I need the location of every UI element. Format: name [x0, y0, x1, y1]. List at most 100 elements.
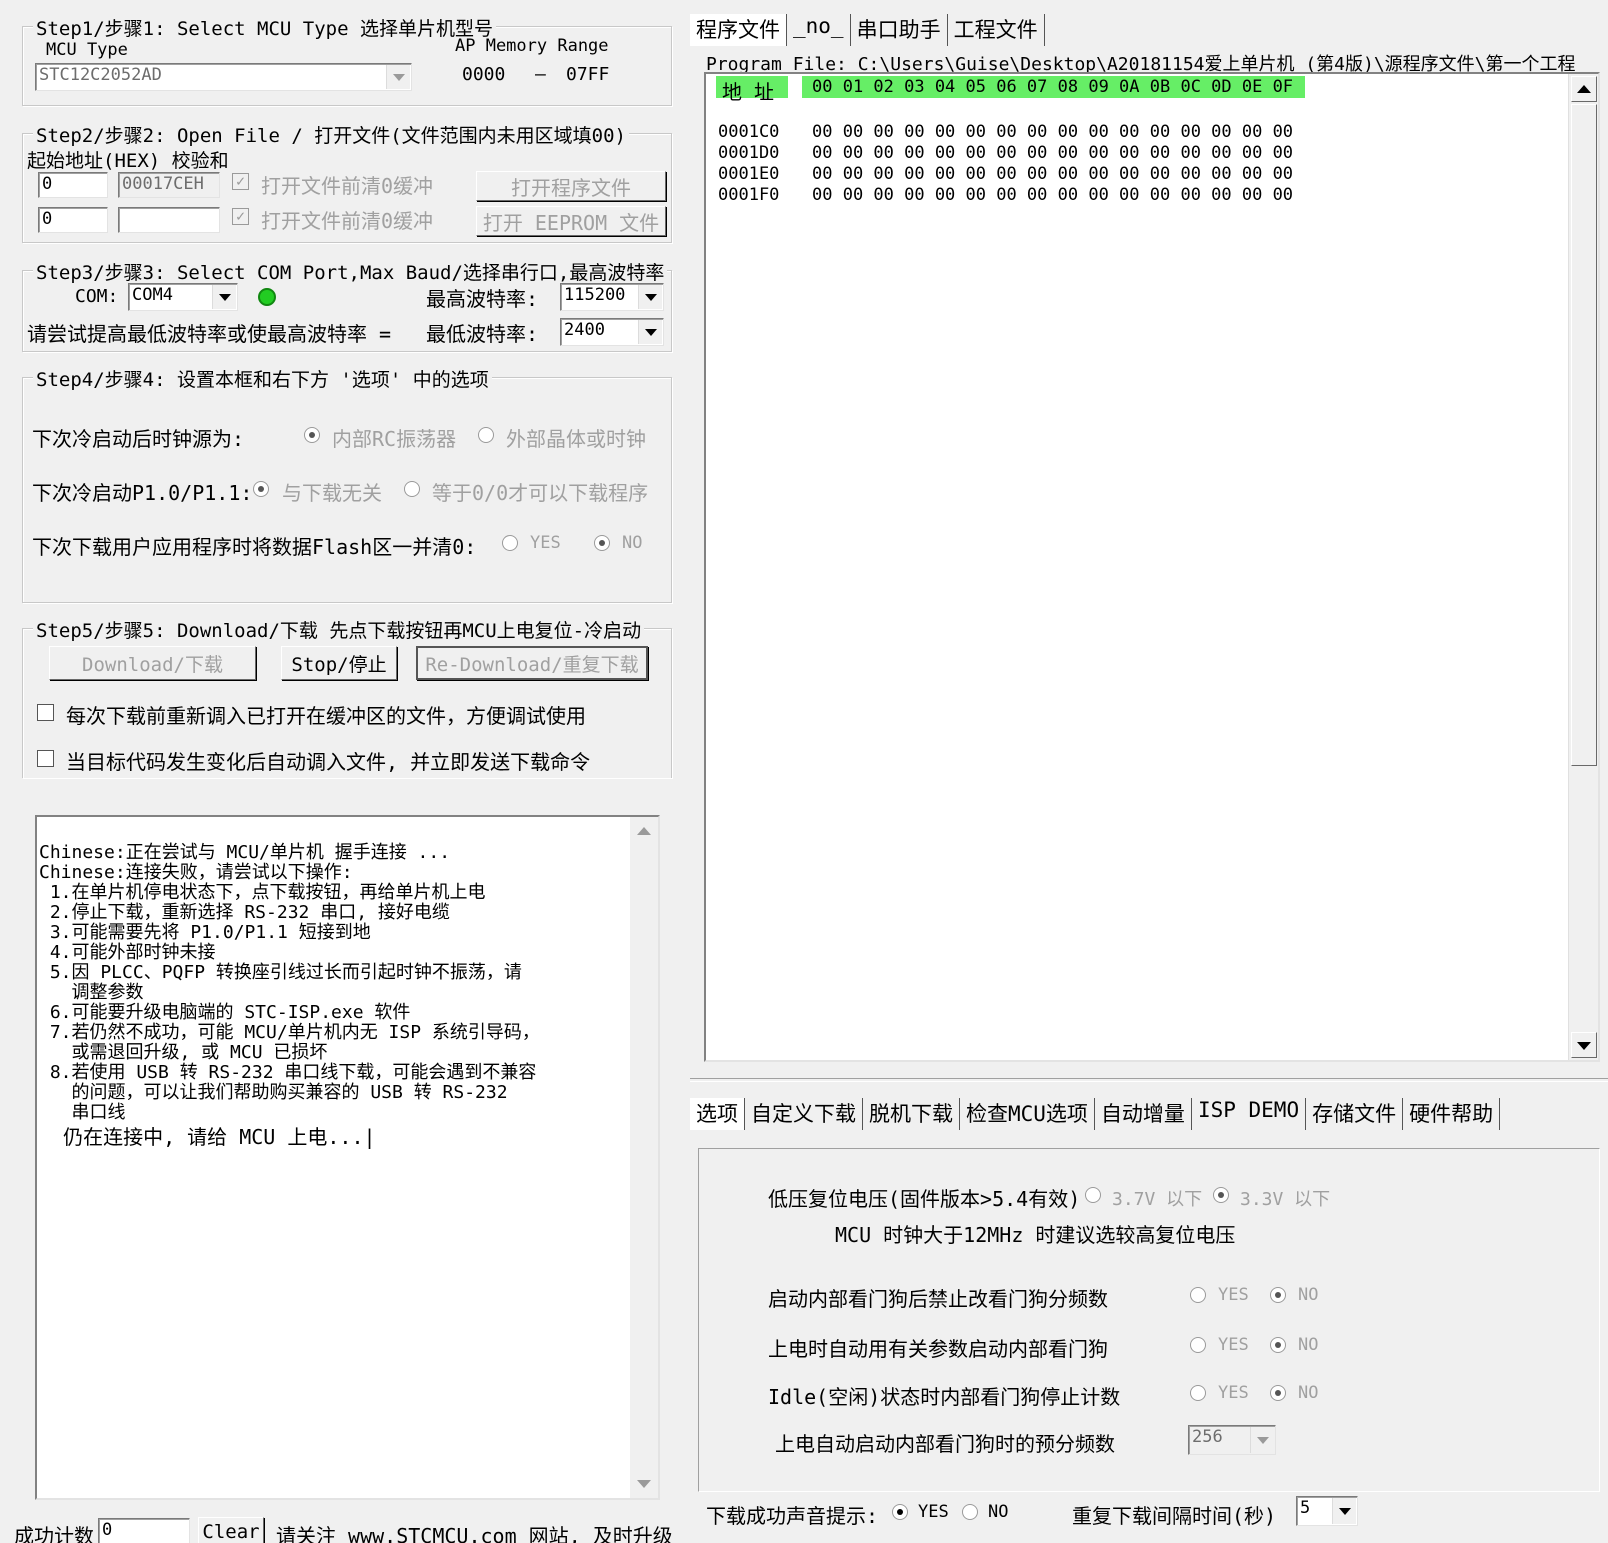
- ap-memory-label: AP Memory Range: [455, 36, 609, 56]
- hex-row-address: 0001E0: [718, 164, 780, 184]
- flash-clear-yes-radio[interactable]: [502, 535, 518, 551]
- clear-buffer-checkbox-2[interactable]: ✓: [232, 208, 249, 225]
- max-baud-value: 115200: [564, 285, 626, 305]
- interval-label: 重复下载间隔时间(秒): [1072, 1504, 1277, 1528]
- start-address-input-2[interactable]: 0: [38, 207, 108, 233]
- clock-external-radio[interactable]: [478, 427, 494, 443]
- success-count-field: 0: [98, 1518, 190, 1543]
- download-button[interactable]: Download/下载: [49, 646, 256, 680]
- chevron-down-icon[interactable]: [1332, 1498, 1356, 1524]
- interval-value: 5: [1300, 1498, 1311, 1518]
- log-scrollbar[interactable]: [630, 817, 658, 1498]
- chevron-down-icon[interactable]: [1250, 1427, 1274, 1453]
- step5-title: Step5/步骤5: Download/下载 先点下载按钮再MCU上电复位-冷启…: [33, 616, 645, 643]
- wdt3-yes-radio[interactable]: [1190, 1385, 1206, 1401]
- step3-title: Step3/步骤3: Select COM Port,Max Baud/选择串行…: [33, 258, 668, 285]
- wdt1-no-radio[interactable]: [1270, 1287, 1286, 1303]
- wdt3-no-radio[interactable]: [1270, 1385, 1286, 1401]
- clear-button[interactable]: Clear: [198, 1517, 264, 1543]
- chevron-down-icon[interactable]: [212, 285, 236, 309]
- wdt1-yes-radio[interactable]: [1190, 1287, 1206, 1303]
- start-address-input-1[interactable]: 0: [38, 172, 108, 198]
- sound-yes-radio[interactable]: [892, 1504, 908, 1520]
- baud-hint: 请尝试提高最低波特率或使最高波特率 =: [27, 322, 392, 346]
- wdt1-yes-label: YES: [1218, 1285, 1249, 1305]
- hex-view[interactable]: 地 址 00 01 02 03 04 05 06 07 08 09 0A 0B …: [704, 72, 1600, 1062]
- success-count-label: 成功计数: [14, 1524, 94, 1543]
- sound-yes-label: YES: [918, 1502, 949, 1522]
- interval-select[interactable]: 5: [1296, 1496, 1358, 1526]
- options-tab-0[interactable]: 选项: [690, 1098, 745, 1130]
- lvr-37-radio[interactable]: [1085, 1187, 1101, 1203]
- stop-button[interactable]: Stop/停止: [281, 646, 397, 680]
- scroll-thumb[interactable]: [1571, 104, 1597, 766]
- hex-row-address: 0001F0: [718, 185, 780, 205]
- log-line: 7.若仍然不成功，可能 MCU/单片机内无 ISP 系统引导码，: [39, 1022, 540, 1043]
- lvr-label: 低压复位电压(固件版本>5.4有效): [768, 1187, 1081, 1211]
- chevron-down-icon[interactable]: [638, 285, 662, 309]
- tab-1[interactable]: _no_: [787, 14, 851, 46]
- tab-3[interactable]: 工程文件: [948, 14, 1045, 46]
- com-port-select[interactable]: COM4: [128, 283, 238, 311]
- options-tab-2[interactable]: 脱机下载: [863, 1098, 960, 1130]
- p10-independent-radio[interactable]: [253, 481, 269, 497]
- step2-subtitle: 起始地址(HEX) 校验和: [27, 150, 229, 172]
- checksum-field-1: 00017CEH: [118, 172, 220, 198]
- min-baud-label: 最低波特率:: [426, 322, 539, 346]
- chevron-down-icon[interactable]: [386, 65, 410, 89]
- top-tab-bar: 程序文件 _no_ 串口助手 工程文件: [690, 14, 1045, 46]
- p10-zero-label: 等于0/0才可以下载程序: [432, 481, 649, 505]
- scroll-down-button[interactable]: [1571, 1032, 1597, 1058]
- com-label: COM:: [75, 286, 119, 307]
- lvr-33-radio[interactable]: [1213, 1187, 1229, 1203]
- clear-buffer-label-2: 打开文件前清0缓冲: [261, 209, 434, 233]
- scroll-up-icon[interactable]: [637, 827, 651, 835]
- open-eeprom-file-button[interactable]: 打开 EEPROM 文件: [476, 206, 666, 236]
- clock-source-label: 下次冷启动后时钟源为:: [32, 427, 245, 451]
- sound-label: 下载成功声音提示:: [706, 1504, 879, 1528]
- options-tab-6[interactable]: 存储文件: [1306, 1098, 1404, 1130]
- prescale-label: 上电自动启动内部看门狗时的预分频数: [775, 1432, 1115, 1456]
- wdt2-label: 上电时自动用有关参数启动内部看门狗: [768, 1337, 1108, 1361]
- step4-title: Step4/步骤4: 设置本框和右下方 '选项' 中的选项: [33, 365, 492, 392]
- options-tab-4[interactable]: 自动增量: [1095, 1098, 1192, 1130]
- max-baud-select[interactable]: 115200: [560, 283, 664, 311]
- redownload-button[interactable]: Re-Download/重复下载: [416, 646, 648, 680]
- p10-independent-label: 与下载无关: [282, 481, 382, 505]
- mcu-type-select[interactable]: STC12C2052AD: [35, 63, 412, 91]
- splitter[interactable]: [690, 1078, 1608, 1082]
- min-baud-select[interactable]: 2400: [560, 318, 664, 346]
- log-textarea[interactable]: Chinese:正在尝试与 MCU/单片机 握手连接 ... Chinese:连接…: [35, 815, 660, 1500]
- log-line: Chinese:正在尝试与 MCU/单片机 握手连接 ...: [39, 842, 451, 863]
- clock-internal-radio[interactable]: [304, 427, 320, 443]
- open-program-file-button[interactable]: 打开程序文件: [476, 171, 666, 201]
- reload-before-download-checkbox[interactable]: [37, 704, 54, 721]
- wdt2-yes-label: YES: [1218, 1335, 1249, 1355]
- scroll-up-button[interactable]: [1571, 76, 1597, 102]
- step1-title: Step1/步骤1: Select MCU Type 选择单片机型号: [33, 14, 496, 41]
- log-line: 8.若使用 USB 转 RS-232 串口线下载，可能会遇到不兼容: [39, 1062, 537, 1083]
- auto-reload-checkbox[interactable]: [37, 750, 54, 767]
- options-tab-5[interactable]: ISP DEMO: [1192, 1098, 1307, 1130]
- tab-2[interactable]: 串口助手: [851, 14, 948, 46]
- tab-0[interactable]: 程序文件: [690, 14, 787, 46]
- lvr-33-label: 3.3V 以下: [1240, 1189, 1331, 1210]
- flash-clear-no-radio[interactable]: [594, 535, 610, 551]
- hex-header-cols: 00 01 02 03 04 05 06 07 08 09 0A 0B 0C 0…: [802, 76, 1306, 98]
- flash-clear-yes-label: YES: [530, 533, 561, 553]
- chevron-down-icon[interactable]: [638, 320, 662, 344]
- scroll-down-icon[interactable]: [637, 1480, 651, 1488]
- p10-zero-radio[interactable]: [404, 481, 420, 497]
- sound-no-radio[interactable]: [962, 1504, 978, 1520]
- prescale-select[interactable]: 256: [1188, 1425, 1276, 1455]
- com-port-value: COM4: [132, 285, 173, 305]
- options-tab-1[interactable]: 自定义下载: [745, 1098, 863, 1130]
- options-tab-3[interactable]: 检查MCU选项: [960, 1098, 1095, 1130]
- clear-buffer-label-1: 打开文件前清0缓冲: [261, 174, 434, 198]
- wdt2-no-radio[interactable]: [1270, 1337, 1286, 1353]
- p10-label: 下次冷启动P1.0/P1.1:: [32, 481, 253, 505]
- clear-buffer-checkbox-1[interactable]: ✓: [232, 173, 249, 190]
- hex-scrollbar[interactable]: [1568, 74, 1598, 1060]
- options-tab-7[interactable]: 硬件帮助: [1403, 1098, 1501, 1130]
- wdt2-yes-radio[interactable]: [1190, 1337, 1206, 1353]
